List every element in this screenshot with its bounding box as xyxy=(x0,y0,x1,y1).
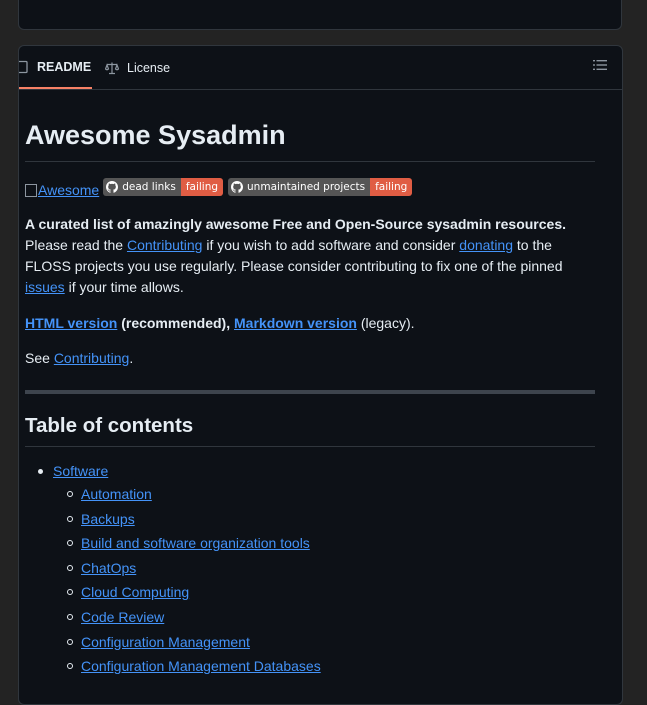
toc-link-code-review[interactable]: Code Review xyxy=(81,609,164,625)
recommended-text: (recommended), xyxy=(117,315,235,331)
list-item: Backups xyxy=(67,509,321,530)
markdown-version-link[interactable]: Markdown version xyxy=(234,315,357,331)
issues-link[interactable]: issues xyxy=(25,279,65,295)
page-title: Awesome Sysadmin xyxy=(25,118,595,162)
tab-license-label: License xyxy=(127,60,171,75)
versions-paragraph: HTML version (recommended), Markdown ver… xyxy=(25,313,595,334)
github-icon xyxy=(106,181,119,193)
toc-link-build-tools[interactable]: Build and software organization tools xyxy=(81,535,310,551)
awesome-badge-alt: Awesome xyxy=(38,182,100,198)
intro-paragraph: A curated list of amazingly awesome Free… xyxy=(25,214,595,298)
toc-link-automation[interactable]: Automation xyxy=(81,486,152,502)
readme-panel: README License Awesome Sysadmin Awesome … xyxy=(18,45,623,705)
tab-license[interactable]: License xyxy=(105,46,170,89)
toc-link-configuration-management[interactable]: Configuration Management xyxy=(81,634,250,650)
law-scale-icon xyxy=(105,61,119,75)
horizontal-rule xyxy=(25,390,595,394)
list-unordered-icon xyxy=(593,58,607,76)
unmaintained-projects-badge-label: unmaintained projects xyxy=(247,181,366,193)
dead-links-badge[interactable]: dead links failing xyxy=(103,178,224,196)
list-item: Code Review xyxy=(67,607,321,628)
tab-readme-label: README xyxy=(37,59,92,74)
toc-sublist: Automation Backups Build and software or… xyxy=(53,484,321,677)
toc-link-software[interactable]: Software xyxy=(53,463,108,479)
see-suffix: . xyxy=(129,350,134,366)
see-contributing-link[interactable]: Contributing xyxy=(54,350,130,366)
unmaintained-projects-badge[interactable]: unmaintained projects failing xyxy=(228,178,413,196)
intro-text-2: if you wish to add software and consider xyxy=(202,237,460,253)
outline-button[interactable] xyxy=(592,59,608,75)
awesome-badge-link[interactable]: Awesome xyxy=(25,182,99,198)
tab-readme[interactable]: README xyxy=(19,46,92,89)
list-item: Build and software organization tools xyxy=(67,533,321,554)
toc-link-cloud-computing[interactable]: Cloud Computing xyxy=(81,584,189,600)
intro-text-4: if your time allows. xyxy=(64,279,184,295)
dead-links-badge-label: dead links xyxy=(122,181,176,193)
see-prefix: See xyxy=(25,350,54,366)
list-item: Configuration Management Databases xyxy=(67,656,321,677)
legacy-text: (legacy). xyxy=(356,315,415,331)
github-icon xyxy=(231,181,244,193)
intro-tagline: A curated list of amazingly awesome Free… xyxy=(25,216,566,232)
book-icon xyxy=(19,60,29,74)
list-item: Cloud Computing xyxy=(67,582,321,603)
readme-tabbar: README License xyxy=(19,46,622,90)
badge-row: Awesome dead links failing unmaintained … xyxy=(25,176,417,198)
list-item: Automation xyxy=(67,484,321,505)
toc-heading: Table of contents xyxy=(25,412,595,447)
toc-link-backups[interactable]: Backups xyxy=(81,511,135,527)
list-item: Configuration Management xyxy=(67,632,321,653)
broken-image-icon xyxy=(25,183,37,197)
toc-list: Software Automation Backups Build and so… xyxy=(25,461,321,681)
toc-link-chatops[interactable]: ChatOps xyxy=(81,560,136,576)
contributing-link[interactable]: Contributing xyxy=(127,237,203,253)
see-paragraph: See Contributing. xyxy=(25,348,595,369)
donating-link[interactable]: donating xyxy=(459,237,513,253)
intro-text-1: Please read the xyxy=(25,237,127,253)
toc-link-configuration-management-databases[interactable]: Configuration Management Databases xyxy=(81,658,321,674)
html-version-link[interactable]: HTML version xyxy=(25,315,117,331)
list-item: ChatOps xyxy=(67,558,321,579)
unmaintained-projects-badge-status: failing xyxy=(370,178,413,196)
dead-links-badge-status: failing xyxy=(180,178,224,196)
previous-card xyxy=(18,0,622,30)
toc-item-software: Software Automation Backups Build and so… xyxy=(38,461,321,677)
